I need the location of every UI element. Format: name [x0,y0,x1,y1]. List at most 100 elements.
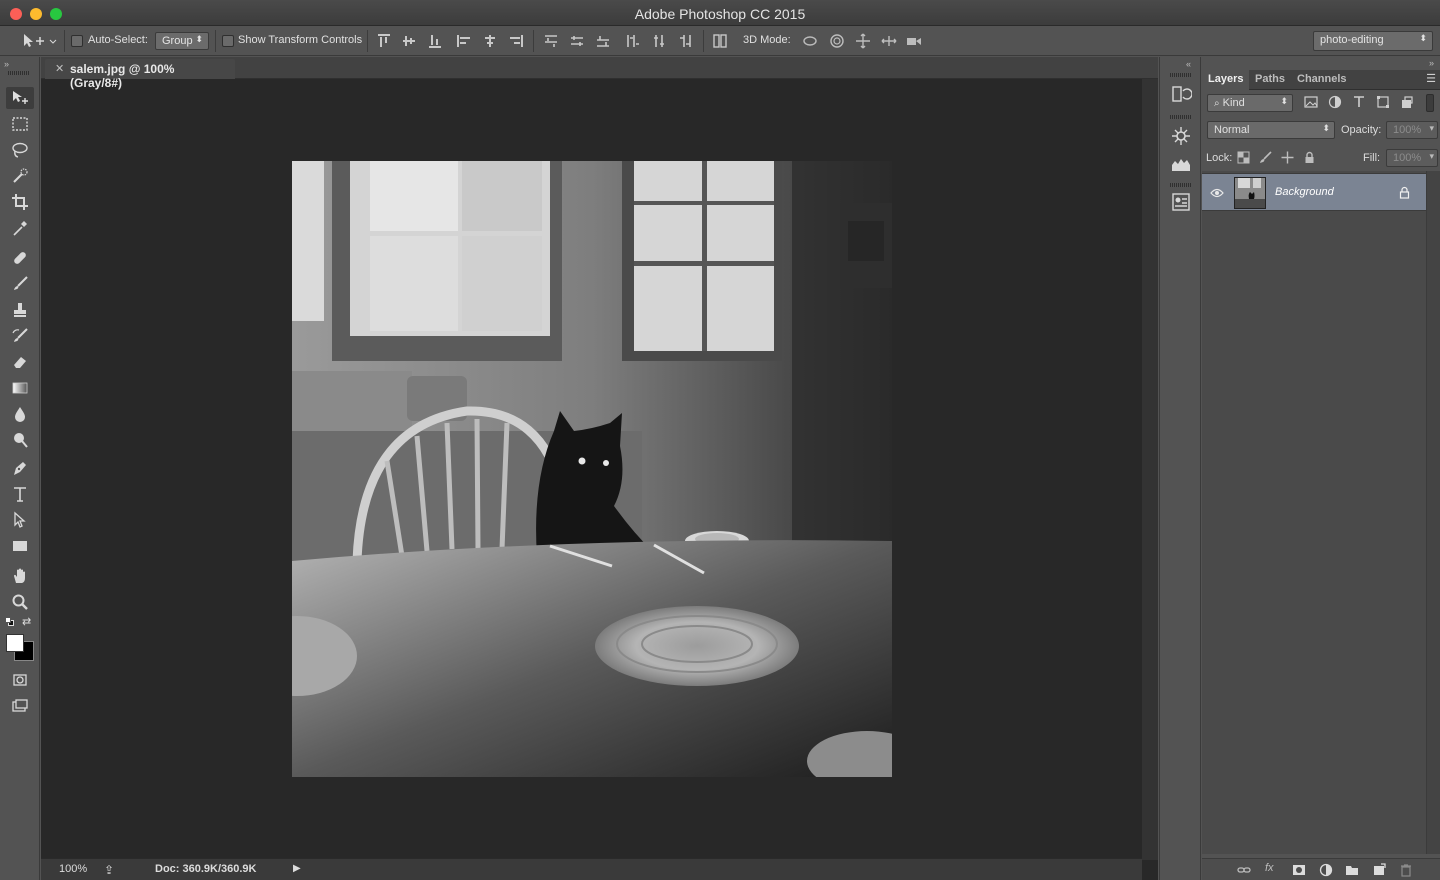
quick-selection-tool[interactable] [6,165,34,187]
dock-grip[interactable] [1170,183,1192,187]
adjustments-panel-icon[interactable] [1170,125,1192,147]
layer-name[interactable]: Background [1275,186,1334,198]
crop-tool[interactable] [6,191,34,213]
3d-roll-icon[interactable] [829,33,845,49]
3d-slide-icon[interactable] [881,33,897,49]
move-tool[interactable] [6,87,34,109]
collapse-expand-icon[interactable]: » [4,59,9,69]
distribute-right-icon[interactable] [677,33,693,49]
layer-visibility-eye-icon[interactable] [1210,187,1224,199]
lock-position-icon[interactable] [1281,151,1294,164]
hand-tool-icon [14,568,25,583]
foreground-color-swatch[interactable] [6,634,24,652]
tab-channels[interactable]: Channels [1297,73,1347,85]
new-layer-icon[interactable] [1372,863,1386,877]
close-document-icon[interactable]: ✕ [55,62,64,75]
collapse-panels-icon[interactable]: « [1186,59,1191,69]
filter-toggle-switch[interactable] [1426,94,1434,112]
distribute-top-icon[interactable] [543,33,559,49]
layer-row-background[interactable]: Background [1202,173,1426,211]
distribute-vertical-center-icon[interactable] [569,33,585,49]
photo-canvas[interactable] [292,161,892,777]
spot-healing-tool[interactable] [6,247,34,269]
distribute-left-icon[interactable] [625,33,641,49]
fill-input[interactable]: 100% ▾ [1386,149,1438,167]
history-panel-icon[interactable] [1170,83,1192,105]
align-top-icon[interactable] [376,33,392,49]
auto-align-layers-icon[interactable] [712,33,728,49]
filter-pixel-layers-icon[interactable] [1304,95,1318,109]
filter-shape-layers-icon[interactable] [1376,95,1390,109]
new-adjustment-layer-icon[interactable] [1319,863,1333,877]
rectangle-tool[interactable] [6,535,34,557]
path-selection-tool[interactable] [6,509,34,531]
tools-panel-grip[interactable] [8,71,30,75]
add-layer-mask-icon[interactable] [1292,863,1306,877]
layers-panel: » Layers Paths Channels ☰ ⌕ Kind ⬍ Norma… [1202,57,1440,880]
default-colors-icon[interactable] [5,617,15,627]
distribute-bottom-icon[interactable] [595,33,611,49]
align-horizontal-center-icon[interactable] [482,33,498,49]
eyedropper-tool[interactable] [6,217,34,239]
clone-stamp-tool[interactable] [6,299,34,321]
dodge-tool[interactable] [6,429,34,451]
layer-filter-kind-dropdown[interactable]: ⌕ Kind ⬍ [1207,94,1293,112]
swap-colors-icon[interactable]: ⇄ [22,615,31,628]
panel-menu-icon[interactable]: ☰ [1426,72,1436,85]
tab-layers[interactable]: Layers [1202,70,1250,90]
distribute-horizontal-center-icon[interactable] [651,33,667,49]
marquee-tool[interactable] [6,113,34,135]
dropdown-caret-icon: ▾ [1429,151,1434,161]
histogram-panel-icon[interactable] [1170,153,1192,175]
hand-tool[interactable] [6,565,34,587]
fx-layer-style-icon[interactable]: fx [1265,862,1274,874]
tool-preset-picker[interactable] [20,31,60,51]
document-tab[interactable]: ✕ salem.jpg @ 100% (Gray/8#) [45,59,235,90]
screen-mode-button[interactable] [6,695,34,717]
zoom-level[interactable]: 100% [59,863,87,875]
blend-mode-dropdown[interactable]: Normal ⬍ [1207,121,1335,139]
lock-all-icon[interactable] [1303,151,1316,164]
pen-tool[interactable] [6,457,34,479]
document-info[interactable]: Doc: 360.9K/360.9K [155,863,257,875]
new-group-icon[interactable] [1345,863,1359,877]
gradient-tool[interactable] [6,377,34,399]
show-transform-controls-checkbox[interactable] [222,35,234,47]
auto-select-checkbox[interactable] [71,35,83,47]
blur-tool[interactable] [6,403,34,425]
opacity-input[interactable]: 100% ▾ [1386,121,1438,139]
dock-grip[interactable] [1170,73,1192,77]
link-layers-icon[interactable] [1237,863,1251,877]
align-left-icon[interactable] [456,33,472,49]
expand-panels-icon[interactable]: » [1429,58,1434,68]
tab-paths[interactable]: Paths [1255,73,1285,85]
align-right-icon[interactable] [508,33,524,49]
3d-rotate-icon[interactable] [802,33,818,49]
vertical-scrollbar[interactable] [1142,79,1158,860]
brush-tool[interactable] [6,273,34,295]
properties-panel-icon[interactable] [1170,191,1192,213]
3d-scale-icon[interactable] [906,33,922,49]
status-menu-arrow-icon[interactable]: ▶ [293,863,301,874]
delete-layer-icon[interactable] [1399,863,1413,877]
workspace-switcher[interactable]: photo-editing ⬍ [1313,31,1433,51]
lasso-tool[interactable] [6,139,34,161]
quick-mask-mode-button[interactable] [6,669,34,691]
history-brush-tool[interactable] [6,325,34,347]
eraser-tool[interactable] [6,351,34,373]
filter-type-layers-icon[interactable] [1352,95,1366,109]
layers-scrollbar[interactable] [1426,171,1440,854]
zoom-tool[interactable] [6,591,34,613]
type-tool[interactable] [6,483,34,505]
3d-pan-icon[interactable] [855,33,871,49]
lock-image-pixels-icon[interactable] [1259,151,1272,164]
share-icon[interactable]: ⇪ [104,863,114,877]
align-vertical-center-icon[interactable] [401,33,417,49]
layers-list[interactable] [1202,171,1426,854]
lock-transparent-pixels-icon[interactable] [1237,151,1250,164]
align-bottom-icon[interactable] [427,33,443,49]
dock-grip[interactable] [1170,115,1192,119]
filter-adjustment-layers-icon[interactable] [1328,95,1342,109]
auto-select-target-dropdown[interactable]: Group ⬍ [155,32,209,50]
filter-smart-objects-icon[interactable] [1400,95,1414,109]
